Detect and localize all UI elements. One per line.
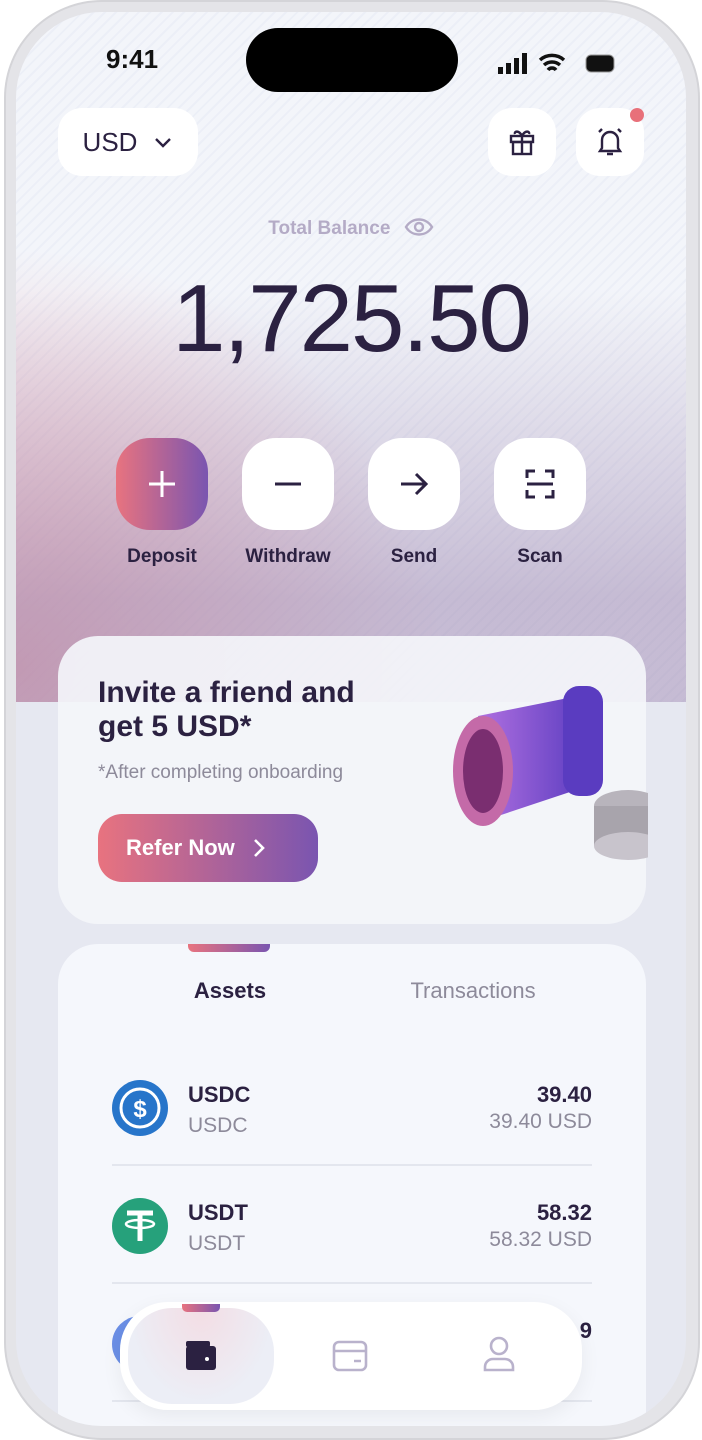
- asset-name: USDT: [188, 1200, 248, 1225]
- chevron-down-icon: [155, 138, 172, 148]
- promo-title: Invite a friend and get 5 USD*: [98, 676, 355, 743]
- deposit-button[interactable]: [116, 438, 208, 530]
- currency-label: USD: [82, 126, 138, 157]
- nav-active-indicator: [182, 1304, 220, 1312]
- asset-fiat: 39.40 USD: [489, 1110, 592, 1133]
- gift-icon: [509, 130, 535, 156]
- asset-symbol: USDC: [188, 1114, 248, 1137]
- scan-icon: [525, 469, 555, 499]
- eye-icon[interactable]: [404, 217, 434, 237]
- asset-amount: 39.40: [536, 1082, 592, 1107]
- gift-button[interactable]: [488, 108, 556, 176]
- refer-now-button[interactable]: Refer Now: [98, 814, 318, 882]
- card-icon[interactable]: [332, 1340, 368, 1372]
- total-balance-label: Total Balance: [16, 217, 686, 240]
- nav-wallet[interactable]: [128, 1304, 274, 1404]
- asset-symbol: USDT: [188, 1232, 246, 1255]
- asset-amount: 58.32: [536, 1200, 592, 1225]
- send-label: Send: [390, 546, 438, 567]
- scan-button[interactable]: [494, 438, 586, 530]
- screen: 9:41 USD Total Balance 1,725.50 Deposit …: [16, 12, 686, 1426]
- plus-icon: [149, 471, 175, 497]
- notification-dot: [630, 108, 644, 122]
- status-icons: [498, 53, 615, 74]
- asset-amount: 9: [579, 1318, 592, 1343]
- usdt-icon: [112, 1198, 168, 1254]
- asset-fiat: 58.32 USD: [489, 1228, 592, 1251]
- withdraw-label: Withdraw: [245, 546, 331, 567]
- megaphone-illustration: [453, 686, 648, 860]
- currency-selector[interactable]: USD: [58, 108, 198, 176]
- bottom-nav: [120, 1302, 582, 1410]
- dynamic-island: [246, 28, 458, 92]
- user-icon[interactable]: [482, 1336, 516, 1372]
- tab-assets[interactable]: Assets: [150, 978, 310, 1004]
- wallet-icon: [186, 1341, 216, 1370]
- usdc-icon: $: [112, 1080, 168, 1136]
- total-balance-amount: 1,725.50: [172, 265, 532, 372]
- svg-text:$: $: [133, 1096, 147, 1123]
- scan-label: Scan: [517, 546, 563, 567]
- referral-banner: Invite a friend and get 5 USD* *After com…: [58, 636, 648, 924]
- tab-transactions[interactable]: Transactions: [388, 978, 558, 1004]
- minus-icon: [275, 482, 301, 486]
- chevron-right-icon: [253, 839, 265, 857]
- status-time: 9:41: [106, 44, 159, 74]
- asset-row-usdc[interactable]: $ USDC USDC 39.40 39.40 USD: [112, 1048, 592, 1166]
- refer-now-label: Refer Now: [126, 835, 235, 860]
- arrow-right-icon: [401, 472, 429, 496]
- deposit-label: Deposit: [127, 546, 197, 567]
- bell-icon: [597, 128, 623, 156]
- active-tab-indicator: [188, 944, 270, 952]
- promo-note: *After completing onboarding: [98, 762, 344, 783]
- asset-row-usdt[interactable]: USDT USDT 58.32 58.32 USD: [112, 1166, 592, 1284]
- withdraw-button[interactable]: [242, 438, 334, 530]
- send-button[interactable]: [368, 438, 460, 530]
- asset-name: USDC: [188, 1082, 251, 1107]
